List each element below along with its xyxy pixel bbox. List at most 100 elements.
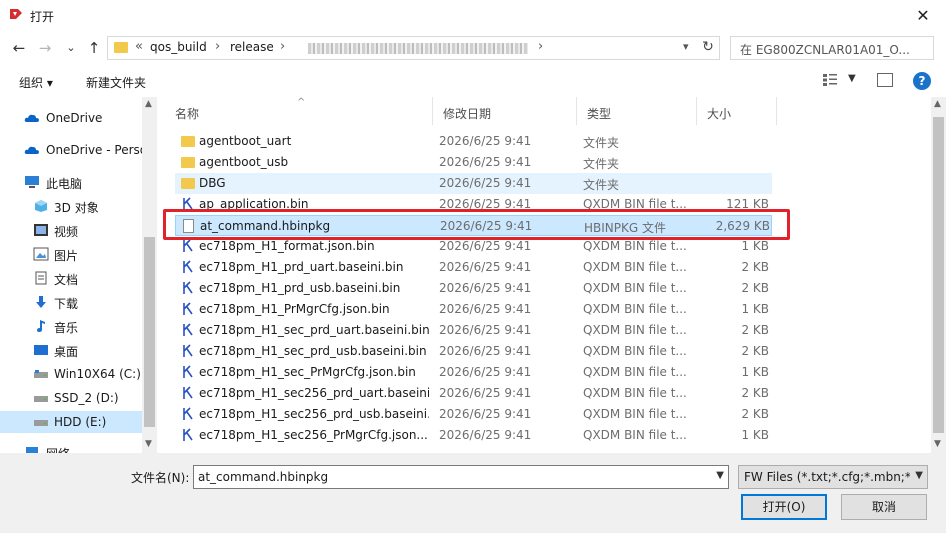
view-options-icon[interactable]	[822, 73, 838, 87]
chevron-down-icon: ▼	[915, 470, 923, 481]
scroll-up-icon[interactable]: ▲	[145, 99, 152, 109]
sidebar-scroll-thumb[interactable]	[144, 237, 155, 427]
file-type: QXDM BIN file t...	[583, 260, 687, 274]
file-row[interactable]: ec718pm_H1_PrMgrCfg.json.bin 2026/6/25 9:…	[175, 299, 772, 320]
help-icon[interactable]: ?	[913, 72, 931, 90]
filename-input[interactable]: at_command.hbinpkg ▼	[193, 465, 729, 489]
organize-menu[interactable]: 组织 ▾	[19, 74, 53, 91]
scroll-up-icon[interactable]: ▲	[934, 99, 941, 109]
file-row[interactable]: ec718pm_H1_sec_prd_usb.baseini.bin 2026/6…	[175, 341, 772, 362]
new-folder-button[interactable]: 新建文件夹	[86, 74, 146, 91]
file-date: 2026/6/25 9:41	[439, 407, 532, 421]
file-row[interactable]: ec718pm_H1_sec_PrMgrCfg.json.bin 2026/6/2…	[175, 362, 772, 383]
cancel-button[interactable]: 取消	[841, 494, 927, 520]
file-type-filter[interactable]: FW Files (*.txt;*.cfg;*.mbn;*.lo ▼	[738, 465, 928, 489]
address-dropdown-icon[interactable]: ▾	[683, 40, 689, 53]
file-name: ec718pm_H1_sec_prd_usb.baseini.bin	[199, 344, 427, 358]
cube-icon	[35, 200, 47, 212]
file-type: QXDM BIN file t...	[583, 302, 687, 316]
sidebar-item-label: Win10X64 (C:)	[54, 367, 141, 381]
sidebar-item-label: OneDrive	[46, 111, 103, 125]
file-row[interactable]: agentboot_usb 2026/6/25 9:41 文件夹	[175, 152, 772, 173]
file-size: 2 KB	[741, 386, 769, 400]
scroll-down-icon[interactable]: ▼	[934, 439, 941, 449]
sidebar-item-drive-c[interactable]: Win10X64 (C:)	[0, 363, 142, 385]
sidebar-item-label: 网络	[46, 445, 70, 453]
sidebar-item-downloads[interactable]: 下载	[0, 291, 142, 313]
close-button[interactable]: ✕	[900, 0, 946, 32]
sidebar-item-3d-objects[interactable]: 3D 对象	[0, 195, 142, 217]
refresh-icon: ↻	[702, 39, 714, 55]
file-row[interactable]: ec718pm_H1_sec256_prd_uart.baseini... 202…	[175, 383, 772, 404]
file-type: 文件夹	[583, 157, 620, 171]
file-name: ec718pm_H1_PrMgrCfg.json.bin	[199, 302, 390, 316]
app-logo-icon	[10, 9, 22, 19]
file-row[interactable]: DBG 2026/6/25 9:41 文件夹	[175, 173, 772, 194]
file-row[interactable]: ec718pm_H1_sec256_PrMgrCfg.json.... 2026/…	[175, 425, 772, 446]
file-size: 1 KB	[741, 365, 769, 379]
chevron-down-icon[interactable]: ▼	[716, 470, 724, 481]
sidebar-item-onedrive[interactable]: OneDrive	[0, 107, 142, 129]
file-date: 2026/6/25 9:41	[439, 134, 532, 148]
column-header-date[interactable]: 修改日期	[433, 97, 577, 125]
annotation-highlight-box	[163, 209, 790, 240]
sidebar-item-label: OneDrive - Perso	[46, 143, 148, 157]
breadcrumb-qos-build[interactable]: qos_build	[150, 40, 207, 54]
file-row[interactable]: ec718pm_H1_sec256_prd_usb.baseini... 2026…	[175, 404, 772, 425]
file-date: 2026/6/25 9:41	[439, 386, 532, 400]
forward-button[interactable]: →	[34, 37, 56, 59]
sidebar-item-onedrive-personal[interactable]: OneDrive - Perso	[0, 139, 147, 161]
filename-label: 文件名(N):	[131, 471, 190, 485]
recent-locations-button[interactable]: ⌄	[60, 37, 82, 59]
up-button[interactable]: ↑	[83, 37, 105, 59]
scroll-down-icon[interactable]: ▼	[145, 439, 152, 449]
file-size: 2 KB	[741, 260, 769, 274]
file-date: 2026/6/25 9:41	[439, 428, 532, 442]
column-header-type[interactable]: 类型	[577, 97, 697, 125]
sidebar-item-music[interactable]: 音乐	[0, 315, 142, 337]
file-type: QXDM BIN file t...	[583, 323, 687, 337]
path-overflow[interactable]: «	[135, 39, 143, 54]
sidebar-item-documents[interactable]: 文档	[0, 267, 142, 289]
sidebar-scrollbar[interactable]: ▲ ▼	[142, 97, 157, 453]
file-date: 2026/6/25 9:41	[439, 344, 532, 358]
file-list-scroll-thumb[interactable]	[933, 117, 944, 433]
file-date: 2026/6/25 9:41	[439, 365, 532, 379]
video-icon	[34, 224, 48, 236]
file-row[interactable]: ec718pm_H1_prd_usb.baseini.bin 2026/6/25 …	[175, 278, 772, 299]
back-button[interactable]: ←	[8, 37, 30, 59]
sidebar-item-drive-e[interactable]: HDD (E:)	[0, 411, 142, 433]
column-header-size[interactable]: 大小	[697, 97, 777, 125]
view-dropdown-icon[interactable]: ▼	[848, 73, 856, 84]
sidebar-item-this-pc[interactable]: 此电脑	[0, 171, 142, 193]
refresh-button[interactable]: ↻	[697, 36, 719, 58]
file-type: QXDM BIN file t...	[583, 239, 687, 253]
file-name: ec718pm_H1_prd_usb.baseini.bin	[199, 281, 401, 295]
navigation-pane: OneDrive OneDrive - Perso 此电脑 3D 对象 视频 图…	[0, 97, 157, 453]
file-name: ec718pm_H1_sec_prd_uart.baseini.bin	[199, 323, 429, 337]
sidebar-item-label: 桌面	[54, 345, 79, 359]
breadcrumb-release[interactable]: release	[230, 40, 274, 54]
file-name: agentboot_uart	[199, 134, 292, 148]
file-row[interactable]: ec718pm_H1_prd_uart.baseini.bin 2026/6/25…	[175, 257, 772, 278]
file-type: QXDM BIN file t...	[583, 281, 687, 295]
qxdm-bin-icon	[181, 281, 195, 295]
search-input[interactable]: 在 EG800ZCNLAR01A01_O...	[730, 36, 934, 60]
file-type: QXDM BIN file t...	[583, 386, 687, 400]
sidebar-item-desktop[interactable]: 桌面	[0, 339, 142, 361]
qxdm-bin-icon	[181, 260, 195, 274]
column-header-name[interactable]: 名称 ^	[165, 97, 433, 125]
file-row[interactable]: ec718pm_H1_sec_prd_uart.baseini.bin 2026/…	[175, 320, 772, 341]
open-button[interactable]: 打开(O)	[741, 494, 827, 520]
sidebar-item-videos[interactable]: 视频	[0, 219, 142, 241]
address-bar[interactable]: « qos_build › release › › ▾	[107, 36, 720, 60]
sidebar-item-network[interactable]: 网络	[0, 441, 142, 453]
file-name: ec718pm_H1_sec256_prd_usb.baseini...	[199, 407, 429, 421]
sidebar-item-drive-d[interactable]: SSD_2 (D:)	[0, 387, 142, 409]
sidebar-item-pictures[interactable]: 图片	[0, 243, 142, 265]
file-type: QXDM BIN file t...	[583, 344, 687, 358]
file-list-scrollbar[interactable]: ▲ ▼	[931, 97, 946, 453]
preview-pane-icon[interactable]	[877, 73, 893, 87]
file-row[interactable]: agentboot_uart 2026/6/25 9:41 文件夹	[175, 131, 772, 152]
file-size: 2 KB	[741, 281, 769, 295]
